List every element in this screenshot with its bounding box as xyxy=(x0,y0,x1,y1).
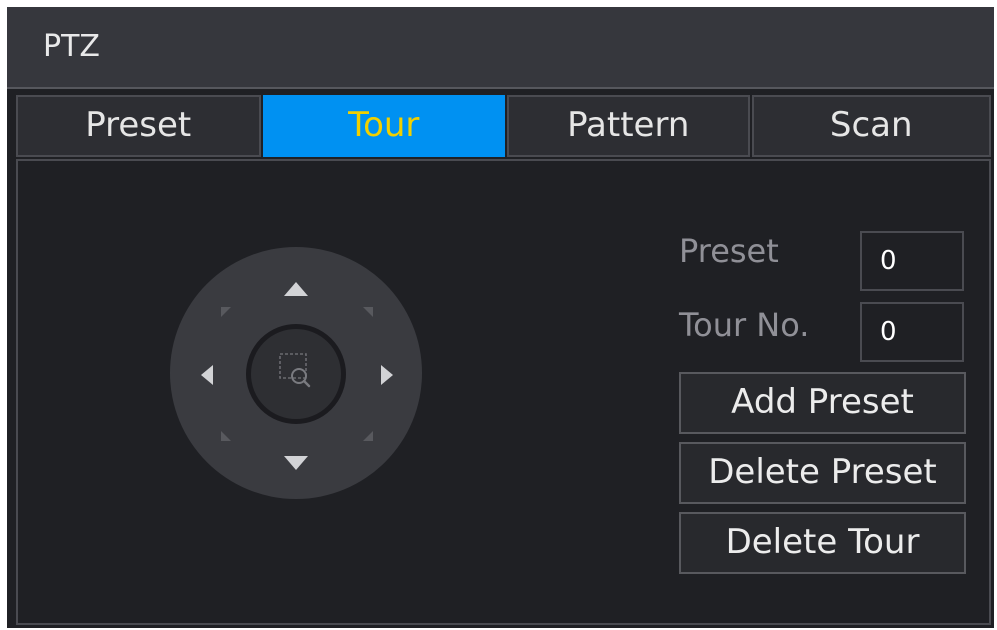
zoom-area-icon xyxy=(279,353,311,388)
tour-number-field[interactable]: 0 xyxy=(860,302,964,362)
window-title: PTZ xyxy=(43,29,100,64)
diagonal-arrow-icon xyxy=(363,431,373,441)
pan-down-right-button[interactable] xyxy=(363,431,373,441)
preset-label: Preset xyxy=(679,232,779,270)
add-preset-button[interactable]: Add Preset xyxy=(679,372,966,434)
chevron-left-icon xyxy=(201,365,213,385)
pan-up-left-button[interactable] xyxy=(221,307,231,317)
chevron-up-icon xyxy=(284,282,308,296)
ptz-window: PTZ Preset Tour Pattern Scan Preset 0 To… xyxy=(7,7,994,628)
pan-down-button[interactable] xyxy=(283,455,309,471)
pan-up-right-button[interactable] xyxy=(363,307,373,317)
diagonal-arrow-icon xyxy=(363,307,373,317)
tab-pattern[interactable]: Pattern xyxy=(507,95,750,157)
pan-down-left-button[interactable] xyxy=(221,431,231,441)
diagonal-arrow-icon xyxy=(221,431,231,441)
chevron-right-icon xyxy=(381,365,393,385)
delete-preset-button[interactable]: Delete Preset xyxy=(679,442,966,504)
pan-left-button[interactable] xyxy=(200,364,214,386)
title-bar: PTZ xyxy=(7,7,994,89)
pan-up-button[interactable] xyxy=(283,281,309,297)
tab-preset[interactable]: Preset xyxy=(16,95,261,157)
tab-bar: Preset Tour Pattern Scan xyxy=(16,95,991,157)
tab-tour[interactable]: Tour xyxy=(262,95,505,157)
chevron-down-icon xyxy=(284,456,308,470)
zoom-center-button[interactable] xyxy=(246,324,346,424)
preset-number-field[interactable]: 0 xyxy=(860,231,964,291)
tab-scan[interactable]: Scan xyxy=(751,95,991,157)
pan-right-button[interactable] xyxy=(380,364,394,386)
tour-no-label: Tour No. xyxy=(679,306,810,344)
delete-tour-button[interactable]: Delete Tour xyxy=(679,512,966,574)
diagonal-arrow-icon xyxy=(221,307,231,317)
